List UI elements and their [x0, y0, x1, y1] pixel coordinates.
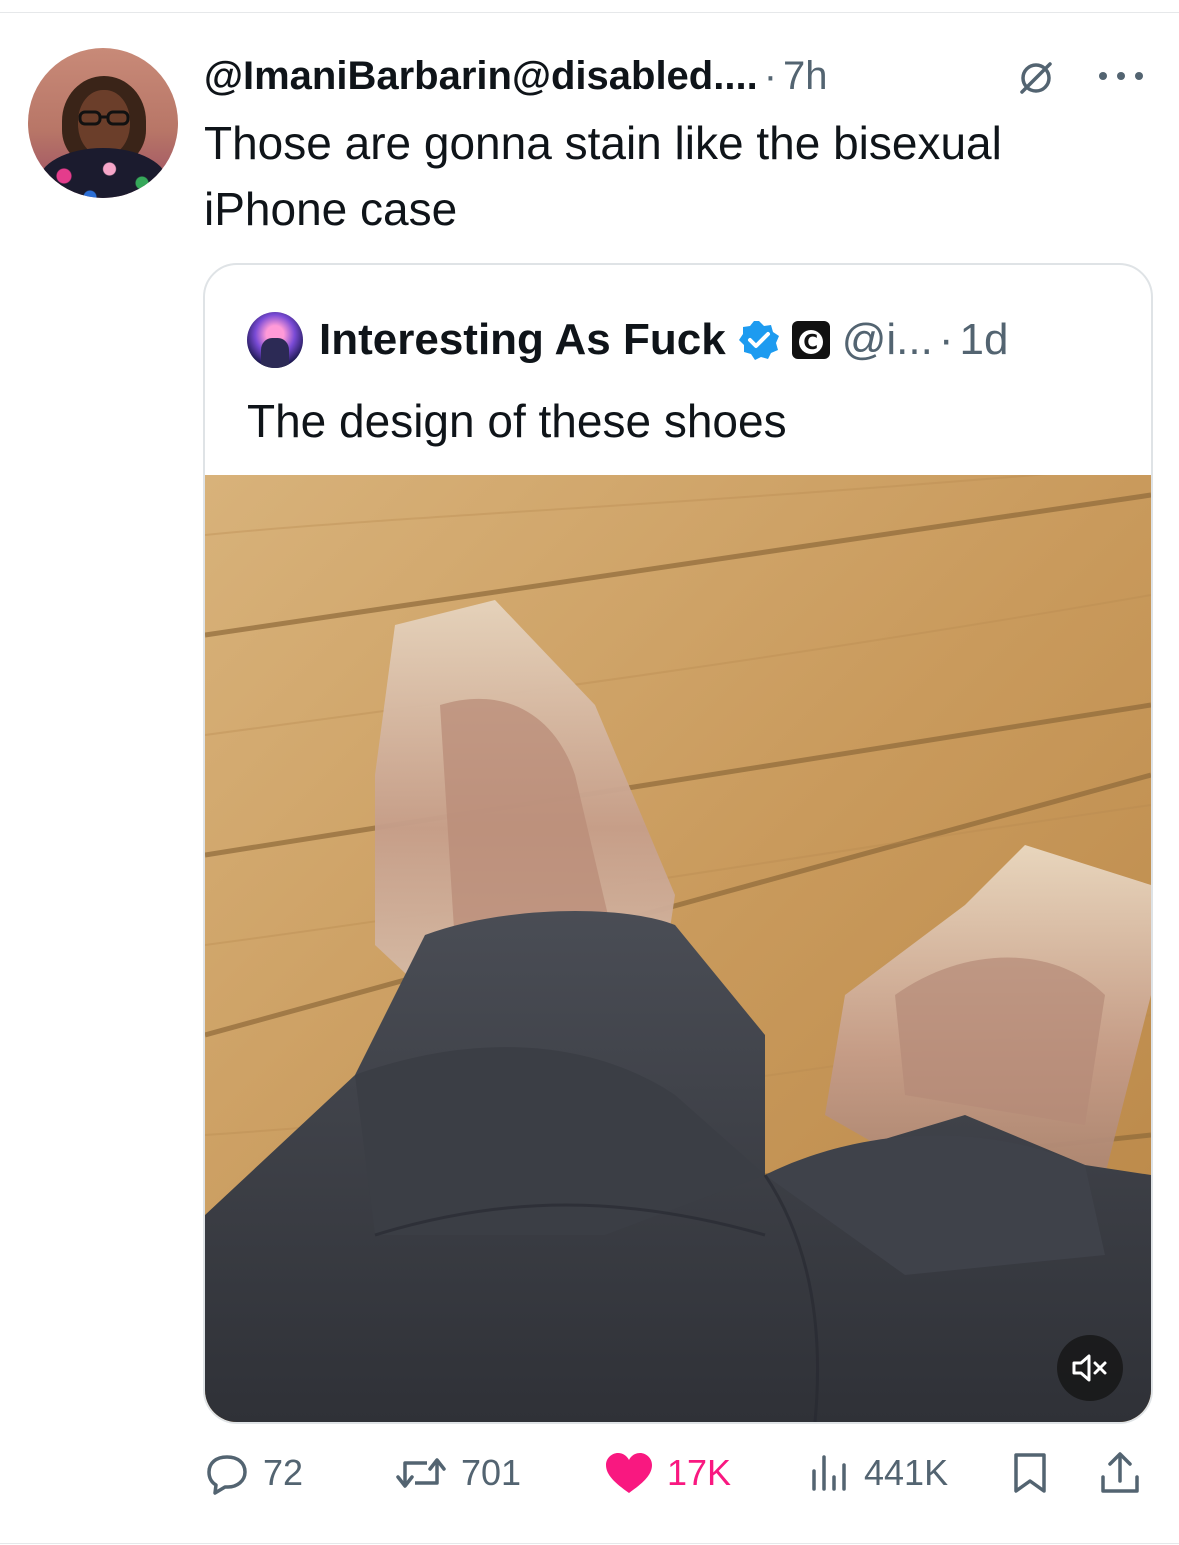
avatar-glasses — [78, 110, 130, 126]
like-button[interactable]: 17K — [603, 1438, 731, 1508]
quoted-handle[interactable]: @i... — [842, 315, 933, 365]
views-count: 441K — [864, 1452, 949, 1493]
views-icon — [812, 1455, 846, 1491]
quoted-timestamp[interactable]: 1d — [959, 315, 1008, 365]
author-handle[interactable]: @ImaniBarbarin@disabled.... — [204, 54, 758, 99]
more-icon[interactable] — [1093, 64, 1149, 88]
like-icon — [606, 1453, 652, 1493]
affiliate-badge: C — [791, 321, 830, 359]
views-button[interactable]: 441K — [808, 1438, 948, 1508]
bottom-divider — [0, 1543, 1179, 1544]
mute-button[interactable] — [1057, 1335, 1123, 1401]
quoted-separator: · — [938, 315, 954, 364]
bookmark-icon — [1014, 1453, 1046, 1493]
avatar[interactable] — [28, 48, 178, 198]
like-count: 17K — [667, 1452, 732, 1493]
share-icon — [1101, 1452, 1139, 1493]
top-divider — [0, 12, 1179, 13]
bookmark-button[interactable] — [1010, 1438, 1062, 1508]
quoted-avatar[interactable] — [247, 312, 303, 368]
video-player[interactable] — [205, 475, 1151, 1422]
tweet-text: Those are gonna stain like the bisexual … — [204, 117, 1002, 235]
quoted-author-name[interactable]: Interesting As Fuck — [319, 315, 726, 365]
quoted-header: Interesting As Fuck C @i... · 1d — [247, 312, 1008, 368]
share-button[interactable] — [1098, 1438, 1154, 1508]
reply-button[interactable]: 72 — [203, 1438, 303, 1508]
repost-button[interactable]: 701 — [393, 1438, 521, 1508]
verified-icon — [738, 321, 779, 360]
mute-icon — [1072, 1354, 1107, 1382]
repost-count: 701 — [461, 1452, 522, 1493]
no-sign-icon — [1020, 62, 1052, 94]
affiliate-badge-letter: C — [798, 330, 823, 354]
tweet-header: @ImaniBarbarin@disabled.... · 7h — [204, 50, 828, 102]
reply-icon — [207, 1455, 247, 1495]
quoted-tweet-card[interactable]: Interesting As Fuck C @i... · 1d The des… — [203, 263, 1153, 1424]
avatar-shirt — [38, 148, 168, 198]
video-frame — [205, 475, 1151, 1422]
reply-count: 72 — [263, 1452, 304, 1493]
header-separator: · — [763, 53, 778, 98]
quoted-text: The design of these shoes — [247, 395, 787, 447]
action-bar: 72 701 17K 441K — [0, 1438, 1179, 1508]
repost-icon — [396, 1458, 446, 1488]
timestamp[interactable]: 7h — [783, 54, 828, 99]
